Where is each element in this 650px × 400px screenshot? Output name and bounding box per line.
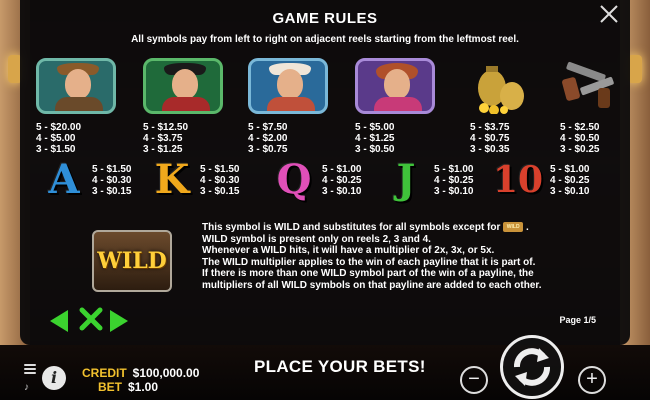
credit-label: CREDIT bbox=[82, 366, 127, 380]
pay-3: 3 - $1.25 bbox=[143, 144, 183, 155]
wild-description: This symbol is WILD and substitutes for … bbox=[202, 222, 612, 291]
symbol-card-q: Q 5 - $1.00 4 - $0.25 3 - $0.10 bbox=[272, 156, 362, 204]
card-q-icon: Q bbox=[276, 156, 312, 203]
pay-3: 3 - $0.10 bbox=[322, 185, 362, 197]
wild-rule-6: multipliers of all WILD symbols on that … bbox=[202, 279, 542, 291]
lantern-right-icon bbox=[628, 55, 642, 83]
paytable-values: 5 - $7.50 4 - $2.00 3 - $0.75 bbox=[248, 122, 287, 155]
pay-3: 3 - $0.35 bbox=[470, 144, 510, 155]
game-rules-dialog: GAME RULES All symbols pay from left to … bbox=[20, 0, 630, 345]
bet-value: $1.00 bbox=[128, 380, 159, 394]
cowgirl-redhead-icon bbox=[355, 58, 435, 114]
pay-4: 4 - $5.00 bbox=[36, 133, 76, 144]
card-a-icon: A bbox=[48, 156, 80, 203]
pay-3: 3 - $0.15 bbox=[200, 185, 240, 197]
pay-5: 5 - $1.00 bbox=[322, 163, 362, 175]
pay-3: 3 - $0.10 bbox=[434, 185, 474, 197]
pay-4: 4 - $2.00 bbox=[248, 133, 288, 144]
pay-3: 3 - $0.25 bbox=[560, 144, 600, 155]
spin-arrows-icon bbox=[514, 348, 550, 386]
paytable-values: 5 - $12.50 4 - $3.75 3 - $1.25 bbox=[143, 122, 188, 155]
pay-5: 5 - $12.50 bbox=[143, 122, 189, 133]
revolvers-icon bbox=[562, 61, 614, 108]
pay-4: 4 - $0.75 bbox=[470, 133, 510, 144]
pay-5: 5 - $1.00 bbox=[434, 163, 474, 175]
symbol-card-a: A 5 - $1.50 4 - $0.30 3 - $0.15 bbox=[42, 156, 131, 204]
symbol-card-k: K 5 - $1.50 4 - $0.30 3 - $0.15 bbox=[150, 156, 240, 204]
pay-3: 3 - $0.75 bbox=[248, 144, 288, 155]
cowboy-brown-icon bbox=[36, 58, 116, 114]
symbol-guns: 5 - $2.50 4 - $0.50 3 - $0.25 bbox=[560, 58, 618, 155]
pay-4: 4 - $0.50 bbox=[560, 133, 600, 144]
gold-bags-icon bbox=[478, 66, 524, 114]
card-k-icon: K bbox=[154, 156, 190, 203]
wild-rule-1: This symbol is WILD and substitutes for … bbox=[202, 222, 529, 233]
pay-3: 3 - $0.15 bbox=[92, 185, 132, 197]
wild-rule-2: WILD symbol is present only on reels 2, … bbox=[202, 233, 431, 245]
pay-3: 3 - $0.50 bbox=[355, 144, 395, 155]
pay-5: 5 - $1.50 bbox=[200, 163, 240, 175]
pay-5: 5 - $2.50 bbox=[560, 122, 600, 133]
symbol-cowboy-black: 5 - $12.50 4 - $3.75 3 - $1.25 bbox=[143, 58, 223, 155]
close-rules-x-icon[interactable] bbox=[78, 306, 104, 332]
pay-4: 4 - $0.25 bbox=[434, 174, 474, 186]
pay-5: 5 - $3.75 bbox=[470, 122, 510, 133]
card-j-icon: J bbox=[396, 156, 416, 203]
pay-5: 5 - $1.50 bbox=[92, 163, 132, 175]
pay-4: 4 - $0.30 bbox=[92, 174, 132, 186]
pay-4: 4 - $1.25 bbox=[355, 133, 395, 144]
dialog-title: GAME RULES bbox=[272, 10, 378, 27]
wild-rule-4: The WILD multiplier applies to the win o… bbox=[202, 256, 536, 268]
pay-3: 3 - $1.50 bbox=[36, 144, 76, 155]
spin-button[interactable] bbox=[500, 335, 564, 399]
status-message: PLACE YOUR BETS! bbox=[254, 357, 426, 376]
rules-subtitle: All symbols pay from left to right on ad… bbox=[131, 34, 519, 45]
paytable-values: 5 - $20.00 4 - $5.00 3 - $1.50 bbox=[36, 122, 81, 155]
symbol-gold-bags: 5 - $3.75 4 - $0.75 3 - $0.35 bbox=[470, 58, 528, 155]
pay-4: 4 - $0.30 bbox=[200, 174, 240, 186]
pay-5: 5 - $20.00 bbox=[36, 122, 82, 133]
paytable-values: 5 - $2.50 4 - $0.50 3 - $0.25 bbox=[560, 122, 599, 155]
wild-rule-5: If there is more than one WILD symbol pa… bbox=[202, 268, 534, 279]
pay-4: 4 - $0.25 bbox=[322, 174, 362, 186]
symbol-card-10: 10 5 - $1.00 4 - $0.25 3 - $0.10 bbox=[492, 156, 590, 204]
decrease-bet-button[interactable]: − bbox=[460, 366, 488, 394]
pay-5: 5 - $1.00 bbox=[550, 163, 590, 175]
symbol-cowgirl-blonde: 5 - $7.50 4 - $2.00 3 - $0.75 bbox=[248, 58, 328, 155]
paytable-values: 5 - $1.50 4 - $0.30 3 - $0.15 bbox=[92, 164, 131, 197]
cowboy-black-icon bbox=[143, 58, 223, 114]
paytable-values: 5 - $1.00 4 - $0.25 3 - $0.10 bbox=[550, 164, 589, 197]
increase-bet-button[interactable]: + bbox=[578, 366, 606, 394]
credit-display: CREDIT $100,000.00 bbox=[82, 366, 199, 380]
pay-5: 5 - $5.00 bbox=[355, 122, 395, 133]
next-page-button[interactable] bbox=[110, 310, 128, 332]
close-icon[interactable] bbox=[598, 3, 620, 25]
symbol-card-j: J 5 - $1.00 4 - $0.25 3 - $0.10 bbox=[384, 156, 474, 204]
wild-symbol-icon: WILD bbox=[92, 230, 172, 292]
bet-label: BET bbox=[98, 380, 122, 394]
pay-5: 5 - $7.50 bbox=[248, 122, 288, 133]
sound-icon[interactable]: ♪ bbox=[24, 382, 29, 393]
cowgirl-blonde-icon bbox=[248, 58, 328, 114]
symbol-cowboy-brown: 5 - $20.00 4 - $5.00 3 - $1.50 bbox=[36, 58, 116, 155]
paytable-values: 5 - $3.75 4 - $0.75 3 - $0.35 bbox=[470, 122, 509, 155]
pay-4: 4 - $3.75 bbox=[143, 133, 183, 144]
menu-icon[interactable] bbox=[24, 364, 36, 376]
pay-3: 3 - $0.10 bbox=[550, 185, 590, 197]
page-indicator: Page 1/5 bbox=[559, 315, 596, 325]
bet-display: BET $1.00 bbox=[98, 380, 158, 394]
paytable-values: 5 - $1.00 4 - $0.25 3 - $0.10 bbox=[322, 164, 361, 197]
previous-page-button[interactable] bbox=[50, 310, 68, 332]
info-button[interactable]: i bbox=[42, 366, 66, 390]
wild-rule-3: Whenever a WILD hits, it will have a mul… bbox=[202, 245, 495, 256]
credit-value: $100,000.00 bbox=[132, 366, 200, 380]
card-10-icon: 10 bbox=[492, 159, 544, 201]
pay-4: 4 - $0.25 bbox=[550, 174, 590, 186]
paytable-values: 5 - $1.00 4 - $0.25 3 - $0.10 bbox=[434, 164, 473, 197]
mini-wild-icon: WILD bbox=[503, 222, 524, 233]
wild-symbol-label: WILD bbox=[97, 248, 167, 274]
paytable-values: 5 - $5.00 4 - $1.25 3 - $0.50 bbox=[355, 122, 394, 155]
symbol-cowgirl-redhead: 5 - $5.00 4 - $1.25 3 - $0.50 bbox=[355, 58, 435, 155]
paytable-values: 5 - $1.50 4 - $0.30 3 - $0.15 bbox=[200, 164, 239, 197]
